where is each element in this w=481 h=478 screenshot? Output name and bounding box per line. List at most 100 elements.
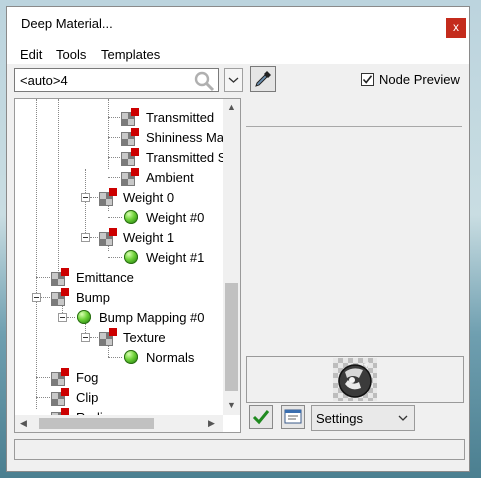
- tree-item-texture[interactable]: Texture: [15, 327, 225, 347]
- toolbar: <auto>4 Node Preview: [7, 64, 469, 96]
- tree-item-label: Normals: [146, 350, 195, 365]
- collapse-toggle[interactable]: [81, 233, 90, 242]
- texture-icon: [121, 128, 139, 146]
- texture-icon: [51, 368, 69, 386]
- properties-window-icon: [284, 409, 302, 424]
- tree-item-clip[interactable]: Clip: [15, 387, 225, 407]
- node-combo-value: <auto>4: [20, 73, 68, 88]
- tree-item-emittance[interactable]: Emittance: [15, 267, 225, 287]
- tree-item-fog[interactable]: Fog: [15, 367, 225, 387]
- tree-item-ambient[interactable]: Ambient: [15, 167, 225, 187]
- collapse-toggle[interactable]: [81, 193, 90, 202]
- scroll-left-icon[interactable]: ◀: [20, 418, 27, 429]
- chevron-down-icon: [398, 415, 408, 421]
- tree-item-label: Shininess Ma: [146, 130, 225, 145]
- tree-item-weight-0-node[interactable]: Weight #0: [15, 207, 225, 227]
- texture-icon: [51, 288, 69, 306]
- close-button[interactable]: x: [446, 18, 466, 38]
- sphere-icon: [124, 250, 138, 264]
- node-combo[interactable]: <auto>4: [14, 68, 219, 92]
- tree-guide: [108, 177, 120, 178]
- tree-guide: [36, 377, 50, 378]
- tree-horizontal-scrollbar[interactable]: ◀ ▶: [15, 415, 223, 432]
- title-bar[interactable]: Deep Material... x: [7, 7, 469, 40]
- tree-guide: [90, 237, 98, 238]
- tree-guide: [108, 117, 120, 118]
- tree-item-transmitted[interactable]: Transmitted: [15, 107, 225, 127]
- texture-icon: [51, 388, 69, 406]
- tree-item-weight-1-node[interactable]: Weight #1: [15, 247, 225, 267]
- properties-divider: [246, 126, 462, 127]
- status-bar: [14, 439, 465, 460]
- texture-icon: [51, 268, 69, 286]
- tree-item-weight-0[interactable]: Weight 0: [15, 187, 225, 207]
- tree-item-label: Texture: [123, 330, 166, 345]
- tree-item-label: Bump Mapping #0: [99, 310, 205, 325]
- tree-guide: [90, 337, 98, 338]
- menu-edit[interactable]: Edit: [20, 47, 42, 62]
- window-title: Deep Material...: [21, 16, 113, 31]
- sphere-icon: [124, 210, 138, 224]
- tree-item-transmitted-s[interactable]: Transmitted S: [15, 147, 227, 167]
- texture-icon: [121, 168, 139, 186]
- tree-item-label: Fog: [76, 370, 99, 385]
- sphere-icon: [124, 350, 138, 364]
- tree-guide: [90, 197, 98, 198]
- tree-guide: [108, 137, 120, 138]
- tree-item-label: Weight 0: [123, 190, 175, 205]
- settings-dropdown-value: Settings: [316, 411, 363, 426]
- tree-item-label: Transmitted S: [146, 150, 227, 165]
- menu-tools[interactable]: Tools: [56, 47, 86, 62]
- menu-templates[interactable]: Templates: [101, 47, 160, 62]
- tree-guide: [36, 277, 50, 278]
- scroll-down-icon[interactable]: ▼: [227, 400, 236, 410]
- scroll-right-icon[interactable]: ▶: [208, 418, 215, 429]
- tree-item-shininess[interactable]: Shininess Ma: [15, 127, 225, 147]
- chevron-down-icon: [228, 77, 239, 83]
- collapse-toggle[interactable]: [58, 313, 67, 322]
- properties-button[interactable]: [281, 405, 305, 429]
- tree-item-bump[interactable]: Bump: [15, 287, 225, 307]
- tree-vertical-scrollbar[interactable]: ▲ ▼: [223, 99, 240, 415]
- preview-sphere-icon: [338, 362, 372, 398]
- eyedropper-icon: [255, 71, 271, 87]
- tree-item-label: Bump: [76, 290, 110, 305]
- tree-item-label: Weight #1: [146, 250, 205, 265]
- tree-item-label: Weight 1: [123, 230, 175, 245]
- tree-guide: [108, 157, 120, 158]
- node-preview-checkbox[interactable]: [361, 73, 374, 86]
- apply-button[interactable]: [249, 405, 273, 429]
- texture-icon: [99, 188, 117, 206]
- collapse-toggle[interactable]: [32, 293, 41, 302]
- tree-guide: [108, 257, 122, 258]
- tree-item-weight-1[interactable]: Weight 1: [15, 227, 225, 247]
- deep-material-window: Deep Material... x Edit Tools Templates …: [6, 6, 470, 472]
- search-icon[interactable]: [193, 70, 215, 92]
- tree-vertical-scroll-thumb[interactable]: [225, 283, 238, 391]
- tree-guide: [41, 297, 50, 298]
- green-check-icon: [252, 410, 270, 425]
- tree-item-label: Emittance: [76, 270, 134, 285]
- material-tree[interactable]: Transmitted Shininess Ma Transmitted S A…: [14, 98, 241, 433]
- color-picker-button[interactable]: [250, 66, 276, 92]
- node-preview-label: Node Preview: [379, 72, 460, 87]
- scroll-up-icon[interactable]: ▲: [227, 102, 236, 112]
- tree-item-bump-mapping[interactable]: Bump Mapping #0: [15, 307, 225, 327]
- settings-dropdown[interactable]: Settings: [311, 405, 415, 431]
- tree-guide: [108, 357, 122, 358]
- material-preview-image: [333, 358, 377, 401]
- combo-dropdown-button[interactable]: [224, 68, 243, 92]
- tree-horizontal-scroll-thumb[interactable]: [39, 418, 154, 429]
- tree-item-label: Ambient: [146, 170, 194, 185]
- checkmark-icon: [362, 75, 373, 84]
- collapse-toggle[interactable]: [81, 333, 90, 342]
- tree-item-label: Transmitted: [146, 110, 215, 125]
- tree-guide: [36, 397, 50, 398]
- tree-item-normals[interactable]: Normals: [15, 347, 225, 367]
- sphere-icon: [77, 310, 91, 324]
- texture-icon: [121, 148, 139, 166]
- tree-item-label: Clip: [76, 390, 99, 405]
- material-preview-panel: [246, 356, 464, 403]
- tree-guide: [67, 317, 75, 318]
- texture-icon: [99, 228, 117, 246]
